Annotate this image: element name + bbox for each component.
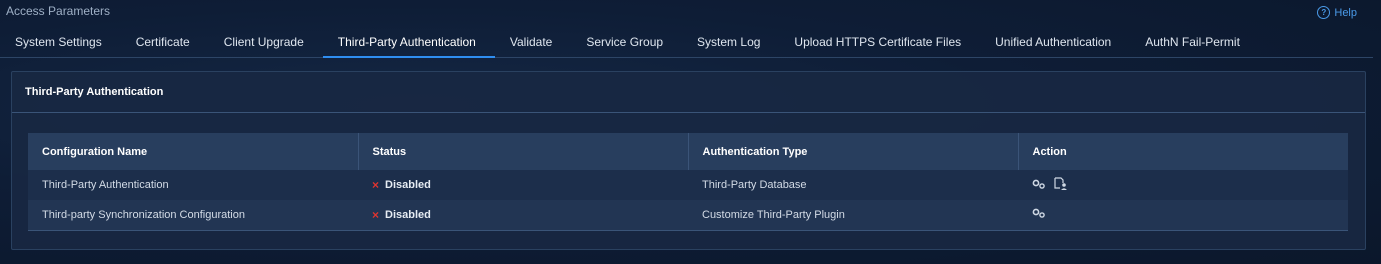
config-name-cell: Third-party Synchronization Configuratio… xyxy=(42,208,245,221)
status-badge: × Disabled xyxy=(372,178,687,192)
tab-system-log[interactable]: System Log xyxy=(682,28,779,57)
tab-service-group[interactable]: Service Group xyxy=(571,28,682,57)
disabled-x-icon: × xyxy=(372,178,380,192)
table-row: Third-Party Authentication × Disabled Th… xyxy=(28,170,1348,200)
column-header-status: Status xyxy=(358,133,689,170)
action-group xyxy=(1032,208,1347,221)
action-group xyxy=(1032,177,1347,193)
tab-validate[interactable]: Validate xyxy=(495,28,571,57)
settings-icon[interactable] xyxy=(1032,208,1046,221)
auth-type-cell: Third-Party Database xyxy=(702,179,807,191)
disabled-x-icon: × xyxy=(372,207,380,222)
panel-title: Third-Party Authentication xyxy=(12,72,1365,113)
status-label: Disabled xyxy=(385,179,431,191)
help-icon: ? xyxy=(1317,6,1331,19)
tab-certificate[interactable]: Certificate xyxy=(121,28,209,57)
column-header-configuration-name: Configuration Name xyxy=(28,133,359,170)
status-label: Disabled xyxy=(385,208,431,221)
tab-third-party-authentication[interactable]: Third-Party Authentication xyxy=(322,28,495,58)
column-header-action: Action xyxy=(1032,145,1067,158)
tab-bar: System Settings Certificate Client Upgra… xyxy=(0,28,1373,58)
auth-type-cell: Customize Third-Party Plugin xyxy=(702,208,845,221)
column-header-authentication-type: Authentication Type xyxy=(688,133,1019,170)
tab-client-upgrade[interactable]: Client Upgrade xyxy=(209,28,323,57)
help-label: Help xyxy=(1334,6,1357,19)
tab-upload-https-certificate-files[interactable]: Upload HTTPS Certificate Files xyxy=(779,28,980,57)
tab-system-settings[interactable]: System Settings xyxy=(0,28,121,57)
help-link[interactable]: ? Help xyxy=(1317,6,1357,19)
third-party-auth-panel: Third-Party Authentication Configuration… xyxy=(11,71,1366,250)
config-name-cell: Third-Party Authentication xyxy=(42,179,169,191)
table-row: Third-party Synchronization Configuratio… xyxy=(28,200,1348,230)
settings-icon[interactable] xyxy=(1032,179,1046,192)
user-import-icon[interactable] xyxy=(1054,177,1068,193)
table-header-row: Configuration Name Status Authentication… xyxy=(28,133,1348,170)
status-badge: × Disabled xyxy=(372,208,687,222)
page-title: Access Parameters xyxy=(6,4,111,18)
tab-unified-authentication[interactable]: Unified Authentication xyxy=(980,28,1130,57)
tab-authn-fail-permit[interactable]: AuthN Fail-Permit xyxy=(1130,28,1259,57)
config-table: Configuration Name Status Authentication… xyxy=(28,133,1348,231)
